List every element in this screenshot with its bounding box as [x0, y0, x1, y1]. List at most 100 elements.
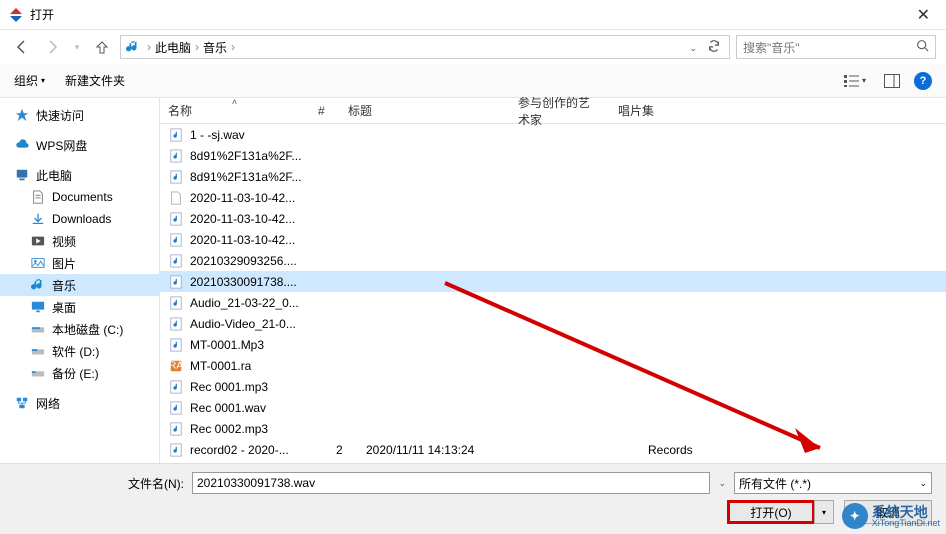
file-title: 2020/11/11 14:13:24	[366, 443, 536, 457]
recent-dropdown[interactable]: ▾	[70, 35, 84, 59]
file-type-filter[interactable]: 所有文件 (*.*)⌄	[734, 472, 932, 494]
file-row[interactable]: 8d91%2F131a%2F...	[160, 166, 946, 187]
file-name: MT-0001.ra	[190, 359, 330, 373]
file-row[interactable]: Rec 0001.mp3	[160, 376, 946, 397]
tree-soft-d[interactable]: 软件 (D:)	[0, 340, 159, 362]
tree-backup-e[interactable]: 备份 (E:)	[0, 362, 159, 384]
search-placeholder: 搜索"音乐"	[743, 39, 800, 56]
pc-icon	[14, 167, 30, 183]
close-button[interactable]: ✕	[909, 5, 938, 25]
tree-downloads[interactable]: Downloads	[0, 208, 159, 230]
filename-label: 文件名(N):	[14, 475, 184, 492]
forward-button[interactable]	[40, 35, 64, 59]
col-title[interactable]: 标题	[340, 98, 510, 123]
col-album[interactable]: 唱片集	[610, 98, 710, 123]
breadcrumb[interactable]: › 此电脑 › 音乐 ›	[145, 39, 685, 56]
file-row[interactable]: 2020-11-03-10-42...	[160, 208, 946, 229]
document-icon	[30, 189, 46, 205]
file-type-icon	[168, 400, 184, 416]
file-name: 2020-11-03-10-42...	[190, 233, 330, 247]
cloud-icon	[14, 137, 30, 153]
filename-input[interactable]	[192, 472, 710, 494]
file-name: 2020-11-03-10-42...	[190, 212, 330, 226]
file-type-icon	[168, 316, 184, 332]
file-name: Rec 0002.mp3	[190, 422, 330, 436]
file-track-num: 2	[336, 443, 360, 457]
file-row[interactable]: Audio-Video_21-0...	[160, 313, 946, 334]
file-row[interactable]: Rec 0001.wav	[160, 397, 946, 418]
preview-pane-button[interactable]	[880, 72, 904, 90]
address-bar[interactable]: › 此电脑 › 音乐 › ⌄	[120, 35, 730, 59]
file-row[interactable]: RA MT-0001.ra	[160, 355, 946, 376]
file-type-icon	[168, 379, 184, 395]
open-button[interactable]: 打开(O)	[727, 500, 815, 524]
tree-pictures[interactable]: 图片	[0, 252, 159, 274]
search-icon	[916, 39, 929, 55]
tree-videos[interactable]: 视频	[0, 230, 159, 252]
file-type-icon	[168, 211, 184, 227]
tree-local-c[interactable]: 本地磁盘 (C:)	[0, 318, 159, 340]
file-name: MT-0001.Mp3	[190, 338, 330, 352]
file-name: 8d91%2F131a%2F...	[190, 170, 330, 184]
col-artist[interactable]: 参与创作的艺术家	[510, 98, 610, 123]
drive-icon	[30, 321, 46, 337]
refresh-button[interactable]	[703, 39, 725, 56]
file-type-icon	[168, 127, 184, 143]
file-row[interactable]: 2020-11-03-10-42...	[160, 229, 946, 250]
tree-wps[interactable]: WPS网盘	[0, 134, 159, 156]
file-row[interactable]: 2020-11-03-10-42...	[160, 187, 946, 208]
file-name: 1 - -sj.wav	[190, 128, 330, 142]
file-row[interactable]: record02 - 2020-...22020/11/11 14:13:24R…	[160, 439, 946, 460]
drive-icon	[30, 343, 46, 359]
organize-menu[interactable]: 组织 ▾	[14, 72, 45, 89]
watermark-icon: ✦	[842, 503, 868, 529]
drive-icon	[30, 365, 46, 381]
file-type-icon	[168, 295, 184, 311]
col-number[interactable]: #	[310, 98, 340, 123]
app-icon	[8, 7, 24, 23]
tree-documents[interactable]: Documents	[0, 186, 159, 208]
music-icon	[30, 277, 46, 293]
picture-icon	[30, 255, 46, 271]
watermark: ✦ 系统天地 XiTongTianDi.net	[842, 503, 940, 529]
watermark-title: 系统天地	[872, 505, 940, 519]
file-row[interactable]: Rec 0002.mp3	[160, 418, 946, 439]
tree-desktop[interactable]: 桌面	[0, 296, 159, 318]
file-name: 20210330091738....	[190, 275, 330, 289]
file-name: 20210329093256....	[190, 254, 330, 268]
file-row[interactable]: Audio_21-03-22_0...	[160, 292, 946, 313]
back-button[interactable]	[10, 35, 34, 59]
file-list[interactable]: 1 - -sj.wav 8d91%2F131a%2F... 8d91%2F131a%…	[160, 124, 946, 463]
file-row[interactable]: 20210330091738....	[160, 271, 946, 292]
col-name[interactable]: ˄ 名称	[160, 98, 310, 123]
file-row[interactable]: 20210329093256....	[160, 250, 946, 271]
crumb-music[interactable]: 音乐	[203, 39, 227, 56]
open-dropdown[interactable]: ▾	[814, 500, 834, 524]
file-type-icon	[168, 253, 184, 269]
file-row[interactable]: 8d91%2F131a%2F...	[160, 145, 946, 166]
file-row[interactable]: MT-0001.Mp3	[160, 334, 946, 355]
column-headers[interactable]: ˄ 名称 # 标题 参与创作的艺术家 唱片集	[160, 98, 946, 124]
new-folder-button[interactable]: 新建文件夹	[65, 72, 125, 89]
tree-quick-access[interactable]: 快速访问	[0, 104, 159, 126]
up-button[interactable]	[90, 35, 114, 59]
watermark-url: XiTongTianDi.net	[872, 519, 940, 528]
file-type-icon: RA	[168, 358, 184, 374]
help-button[interactable]: ?	[914, 72, 932, 90]
crumb-this-pc[interactable]: 此电脑	[155, 39, 191, 56]
file-name: Rec 0001.wav	[190, 401, 330, 415]
file-type-icon	[168, 190, 184, 206]
address-dropdown[interactable]: ⌄	[685, 40, 701, 54]
video-icon	[30, 233, 46, 249]
search-input[interactable]: 搜索"音乐"	[736, 35, 936, 59]
download-icon	[30, 211, 46, 227]
sort-asc-icon: ˄	[232, 97, 237, 107]
file-type-icon	[168, 274, 184, 290]
star-icon	[14, 107, 30, 123]
tree-network[interactable]: 网络	[0, 392, 159, 414]
tree-music[interactable]: 音乐	[0, 274, 159, 296]
file-type-icon	[168, 421, 184, 437]
tree-this-pc[interactable]: 此电脑	[0, 164, 159, 186]
view-mode-button[interactable]: ▾	[839, 72, 870, 90]
file-type-icon	[168, 442, 184, 458]
